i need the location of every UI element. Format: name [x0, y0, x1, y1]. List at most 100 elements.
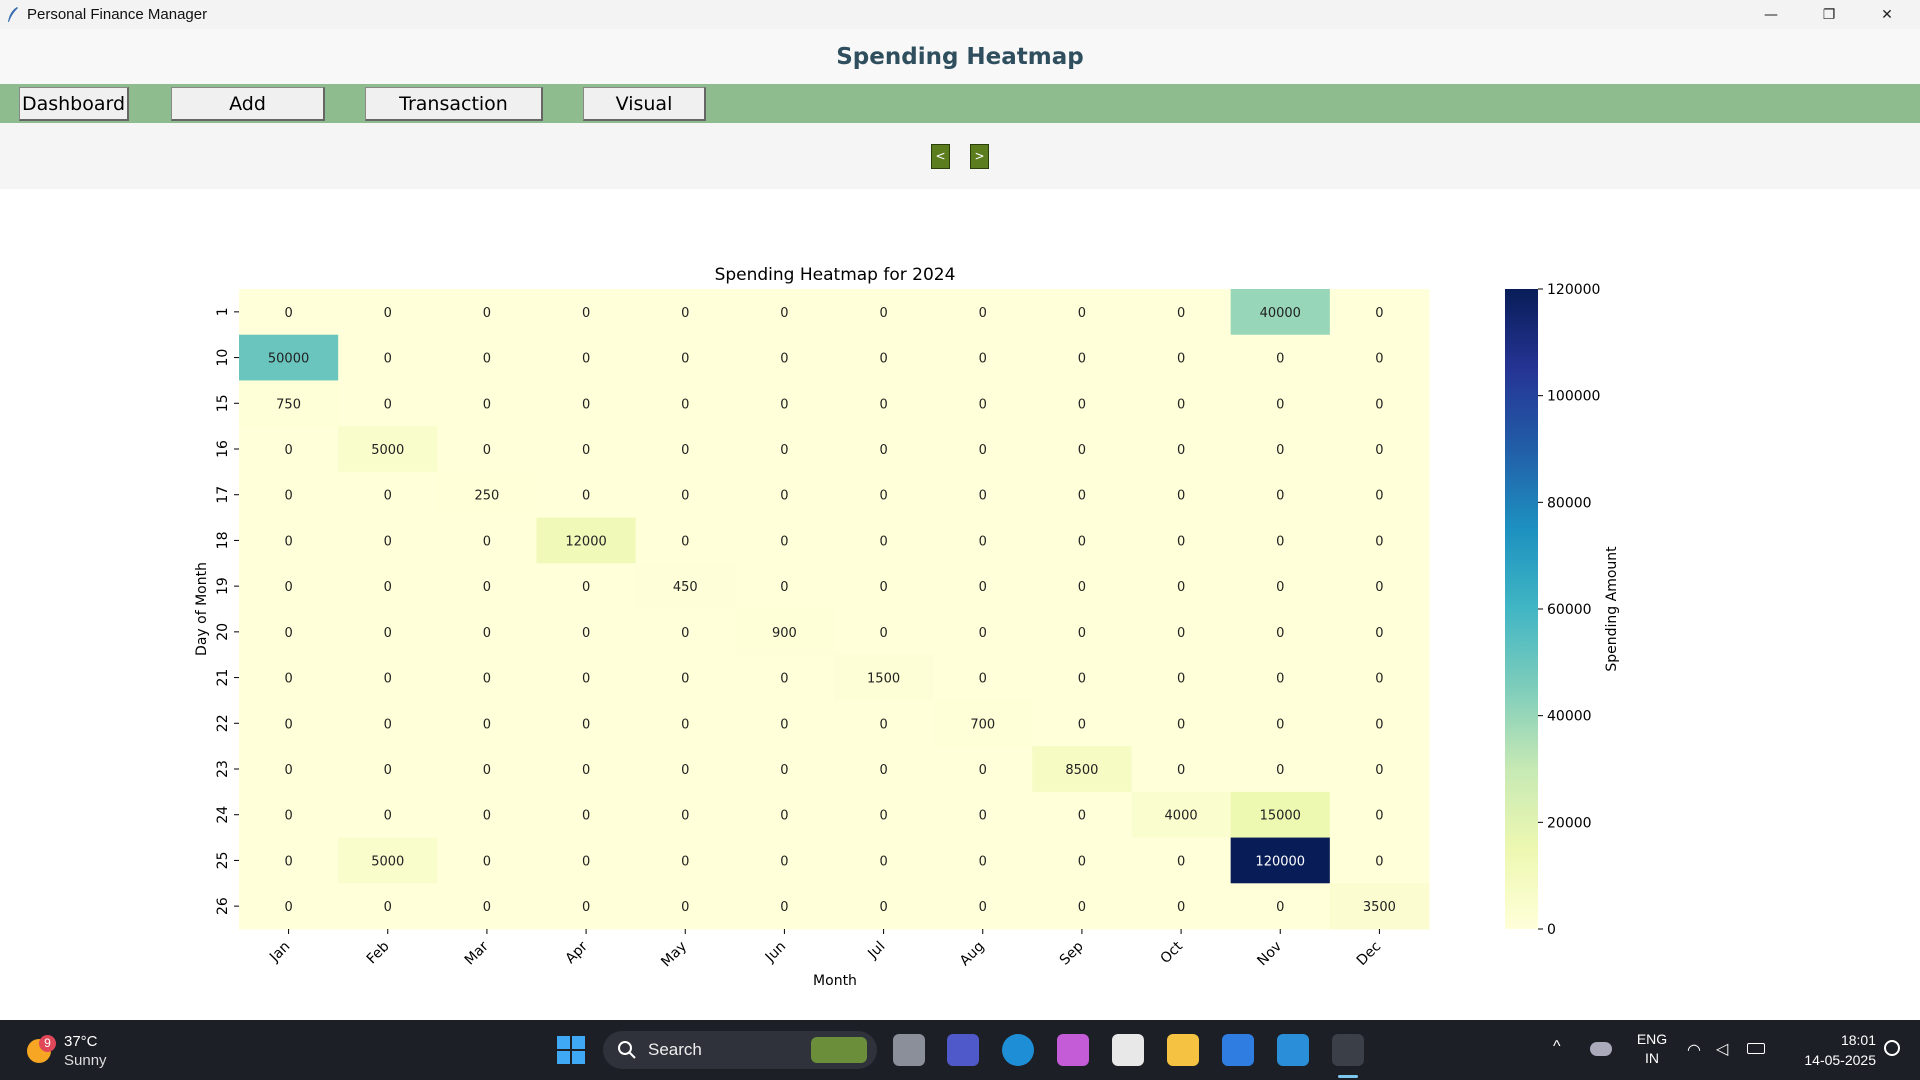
active-app-indicator	[1338, 1075, 1358, 1078]
cell-value-label: 0	[979, 809, 987, 824]
volume-icon[interactable]: ◁	[1716, 1039, 1728, 1059]
y-tick-label: 16	[215, 440, 231, 458]
cell-value-label: 0	[284, 580, 292, 595]
cell-value-label: 0	[1078, 489, 1086, 504]
x-tick-label: Aug	[957, 939, 988, 970]
cell-value-label: 0	[1177, 489, 1185, 504]
cell-value-label: 0	[681, 626, 689, 641]
y-tick-label: 24	[215, 806, 231, 824]
weather-badge: 9	[39, 1035, 56, 1052]
cell-value-label: 0	[1375, 443, 1383, 458]
cell-value-label: 0	[780, 900, 788, 915]
cell-value-label: 0	[582, 306, 590, 321]
restore-button[interactable]: ❐	[1800, 0, 1858, 29]
cell-value-label: 0	[384, 763, 392, 778]
cell-value-label: 0	[681, 900, 689, 915]
cell-value-label: 0	[384, 397, 392, 412]
edge-icon[interactable]	[1002, 1034, 1034, 1066]
cell-value-label: 8500	[1065, 763, 1098, 778]
cell-value-label: 0	[780, 763, 788, 778]
cell-value-label: 0	[979, 900, 987, 915]
prev-chart-button[interactable]: <	[931, 144, 950, 169]
cell-value-label: 0	[483, 626, 491, 641]
cell-value-label: 15000	[1260, 809, 1301, 824]
notification-bell-icon[interactable]	[1884, 1040, 1900, 1056]
battery-icon[interactable]	[1747, 1043, 1765, 1054]
clock[interactable]: 18:01 14-05-2025	[1780, 1030, 1876, 1070]
cell-value-label: 0	[879, 854, 887, 869]
visual-report-button[interactable]: Visual report	[583, 87, 706, 147]
cell-value-label: 0	[284, 854, 292, 869]
cell-value-label: 120000	[1255, 854, 1305, 869]
colorbar-tick-label: 40000	[1547, 709, 1592, 725]
colorbar-tick-label: 60000	[1547, 602, 1592, 618]
cell-value-label: 0	[1375, 717, 1383, 732]
cell-value-label: 0	[1375, 809, 1383, 824]
y-tick-label: 19	[215, 577, 231, 595]
cell-value-label: 0	[1177, 717, 1185, 732]
cell-value-label: 0	[780, 854, 788, 869]
cell-value-label: 0	[284, 763, 292, 778]
cell-value-label: 0	[681, 534, 689, 549]
cell-value-label: 0	[1177, 306, 1185, 321]
cell-value-label: 0	[582, 580, 590, 595]
cell-value-label: 0	[1276, 626, 1284, 641]
file-explorer-icon[interactable]	[1167, 1034, 1199, 1066]
windows-start-icon[interactable]	[555, 1034, 587, 1066]
x-tick-label: Nov	[1254, 939, 1285, 970]
onedrive-icon[interactable]	[1590, 1042, 1612, 1056]
add-transaction-button[interactable]: Add Transaction	[171, 87, 325, 147]
vscode-icon[interactable]	[1277, 1034, 1309, 1066]
cell-value-label: 0	[879, 900, 887, 915]
cell-value-label: 0	[284, 443, 292, 458]
language-indicator[interactable]: ENG IN	[1634, 1030, 1670, 1068]
cell-value-label: 0	[780, 580, 788, 595]
weather-condition: Sunny	[64, 1052, 107, 1069]
cell-value-label: 0	[582, 352, 590, 367]
cell-value-label: 0	[879, 763, 887, 778]
pager-bar: < >	[0, 123, 1920, 189]
cell-value-label: 0	[1375, 763, 1383, 778]
tray-chevron-icon[interactable]: ^	[1553, 1038, 1561, 1056]
colorbar-tick-label: 100000	[1547, 389, 1600, 405]
spending-heatmap: Spending Heatmap for 2024 0 0 0 0 0 0 0 0 0 0 4000…	[194, 265, 1620, 989]
close-button[interactable]: ✕	[1858, 0, 1916, 29]
cell-value-label: 0	[1276, 672, 1284, 687]
weather-widget[interactable]: 9 37°C Sunny	[22, 1028, 142, 1072]
transaction-history-button[interactable]: Transaction History	[365, 87, 543, 147]
page-header: Spending Heatmap	[0, 29, 1920, 84]
cell-value-label: 0	[879, 717, 887, 732]
cell-value-label: 0	[483, 397, 491, 412]
teams-icon[interactable]	[947, 1034, 979, 1066]
cell-value-label: 0	[582, 854, 590, 869]
cell-value-label: 12000	[565, 534, 606, 549]
cell-value-label: 0	[879, 626, 887, 641]
minimize-icon: —	[1764, 6, 1778, 23]
cell-value-label: 0	[1177, 397, 1185, 412]
cell-value-label: 50000	[268, 352, 309, 367]
taskbar-search[interactable]: Search	[603, 1031, 877, 1069]
cell-value-label: 700	[970, 717, 995, 732]
next-chart-button[interactable]: >	[970, 144, 989, 169]
cell-value-label: 0	[681, 306, 689, 321]
cell-value-label: 0	[979, 489, 987, 504]
todo-icon[interactable]	[1222, 1034, 1254, 1066]
y-tick-label: 15	[215, 394, 231, 412]
cell-value-label: 0	[1177, 763, 1185, 778]
cell-value-label: 0	[1375, 534, 1383, 549]
cell-value-label: 0	[1177, 580, 1185, 595]
cell-value-label: 0	[284, 626, 292, 641]
task-view-icon[interactable]	[893, 1034, 925, 1066]
cell-value-label: 0	[284, 306, 292, 321]
cell-value-label: 0	[582, 489, 590, 504]
cell-value-label: 0	[384, 489, 392, 504]
cell-value-label: 0	[483, 443, 491, 458]
y-tick-label: 26	[215, 897, 231, 915]
dashboard-button[interactable]: Dashboard	[19, 87, 129, 121]
store-icon[interactable]	[1112, 1034, 1144, 1066]
minimize-button[interactable]: —	[1742, 0, 1800, 29]
cell-value-label: 0	[284, 809, 292, 824]
wifi-icon[interactable]: ◠	[1687, 1040, 1701, 1060]
python-feather-icon[interactable]	[1332, 1034, 1364, 1066]
copilot-icon[interactable]	[1057, 1034, 1089, 1066]
